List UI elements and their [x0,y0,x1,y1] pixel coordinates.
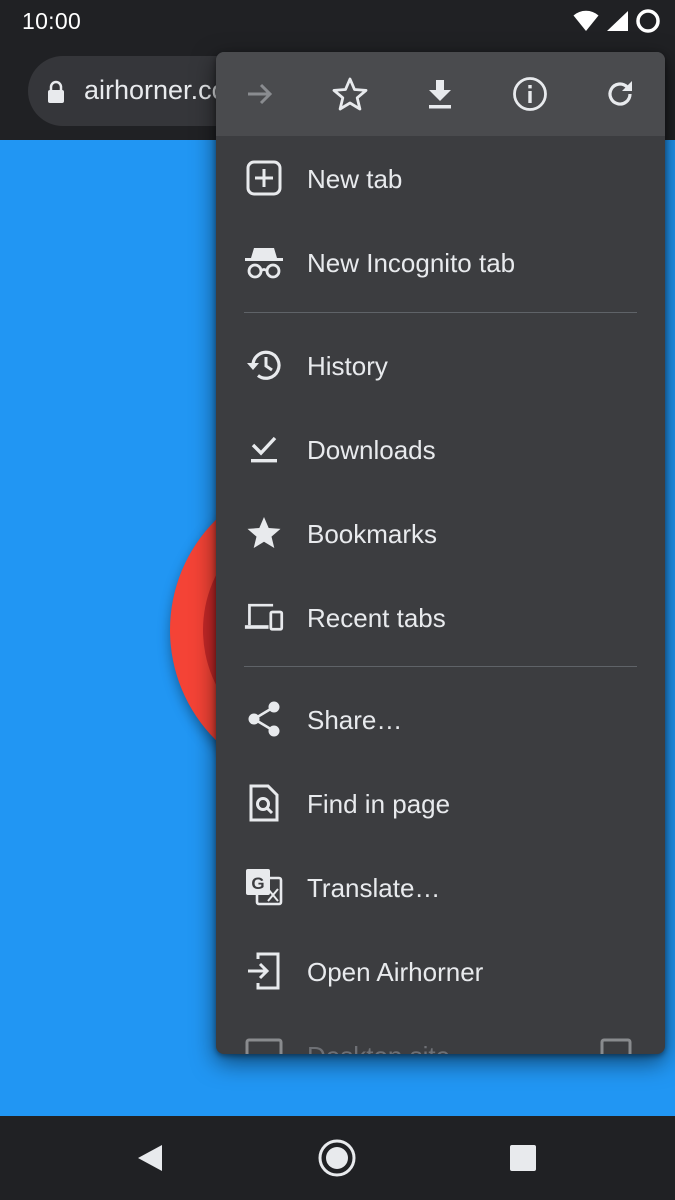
screen: 10:00 airhorner.com New tab New Incognit… [0,0,675,1200]
info-icon [513,77,547,111]
menu-item-label: Bookmarks [307,519,438,549]
menu-item-find-in-page[interactable]: Find in page [216,761,665,845]
status-bar: 10:00 [0,0,675,42]
status-icons [573,8,661,34]
devices-icon [244,599,284,635]
menu-item-open-airhorner[interactable]: Open Airhorner [216,929,665,1013]
menu-item-label: New tab [307,164,403,194]
share-icon [244,701,284,737]
home-icon [318,1139,356,1177]
menu-item-share[interactable]: Share… [216,677,665,761]
home-button[interactable] [315,1136,359,1180]
open-app-icon [244,952,284,990]
refresh-icon [608,81,632,106]
translate-icon: G [244,869,284,906]
find-in-page-icon [244,784,284,822]
menu-item-label: Translate… [307,873,441,903]
overflow-menu: New tab New Incognito tab History Downlo… [216,52,665,1054]
menu-item-recent-tabs[interactable]: Recent tabs [216,575,665,659]
downloads-icon [244,431,284,467]
recents-icon [510,1145,536,1171]
menu-item-desktop-site[interactable]: Desktop site [216,1013,665,1054]
back-icon [138,1145,162,1171]
new-tab-icon [244,160,284,196]
svg-text:G: G [251,874,264,893]
menu-item-downloads[interactable]: Downloads [216,407,665,491]
history-icon [244,347,284,383]
menu-item-label: Open Airhorner [307,957,484,987]
wifi-icon [573,10,599,31]
bookmark-button[interactable] [327,71,373,117]
recents-button[interactable] [501,1136,545,1180]
status-time: 10:00 [22,8,82,34]
signal-icon [607,11,628,31]
menu-item-label: Find in page [307,789,451,819]
menu-divider [244,312,637,313]
menu-item-label: New Incognito tab [307,248,516,278]
menu-item-label: Downloads [307,435,436,465]
download-button[interactable] [417,71,463,117]
circle-status-icon [636,9,660,33]
forward-icon [248,83,273,105]
menu-item-label: Recent tabs [307,603,446,633]
menu-item-label: Share… [307,705,403,735]
bookmarks-star-icon [244,515,284,551]
menu-item-history[interactable]: History [216,323,665,407]
back-button[interactable] [128,1136,172,1180]
star-outline-icon [332,77,368,111]
download-icon [429,80,451,109]
reload-button[interactable] [597,71,643,117]
menu-item-translate[interactable]: G Translate… [216,845,665,929]
lock-icon [48,80,64,103]
menu-divider [244,666,637,667]
menu-item-label: Desktop site [307,1041,450,1054]
system-nav-bar [0,1116,675,1200]
forward-button[interactable] [237,71,283,117]
desktop-icon [244,1037,284,1054]
page-info-button[interactable] [507,71,553,117]
menu-icon-row [216,52,665,136]
menu-item-new-incognito-tab[interactable]: New Incognito tab [216,220,665,304]
menu-item-new-tab[interactable]: New tab [216,136,665,220]
menu-item-label: History [307,351,388,381]
menu-item-bookmarks[interactable]: Bookmarks [216,491,665,575]
desktop-site-checkbox[interactable] [599,1037,633,1054]
incognito-icon [244,244,284,280]
